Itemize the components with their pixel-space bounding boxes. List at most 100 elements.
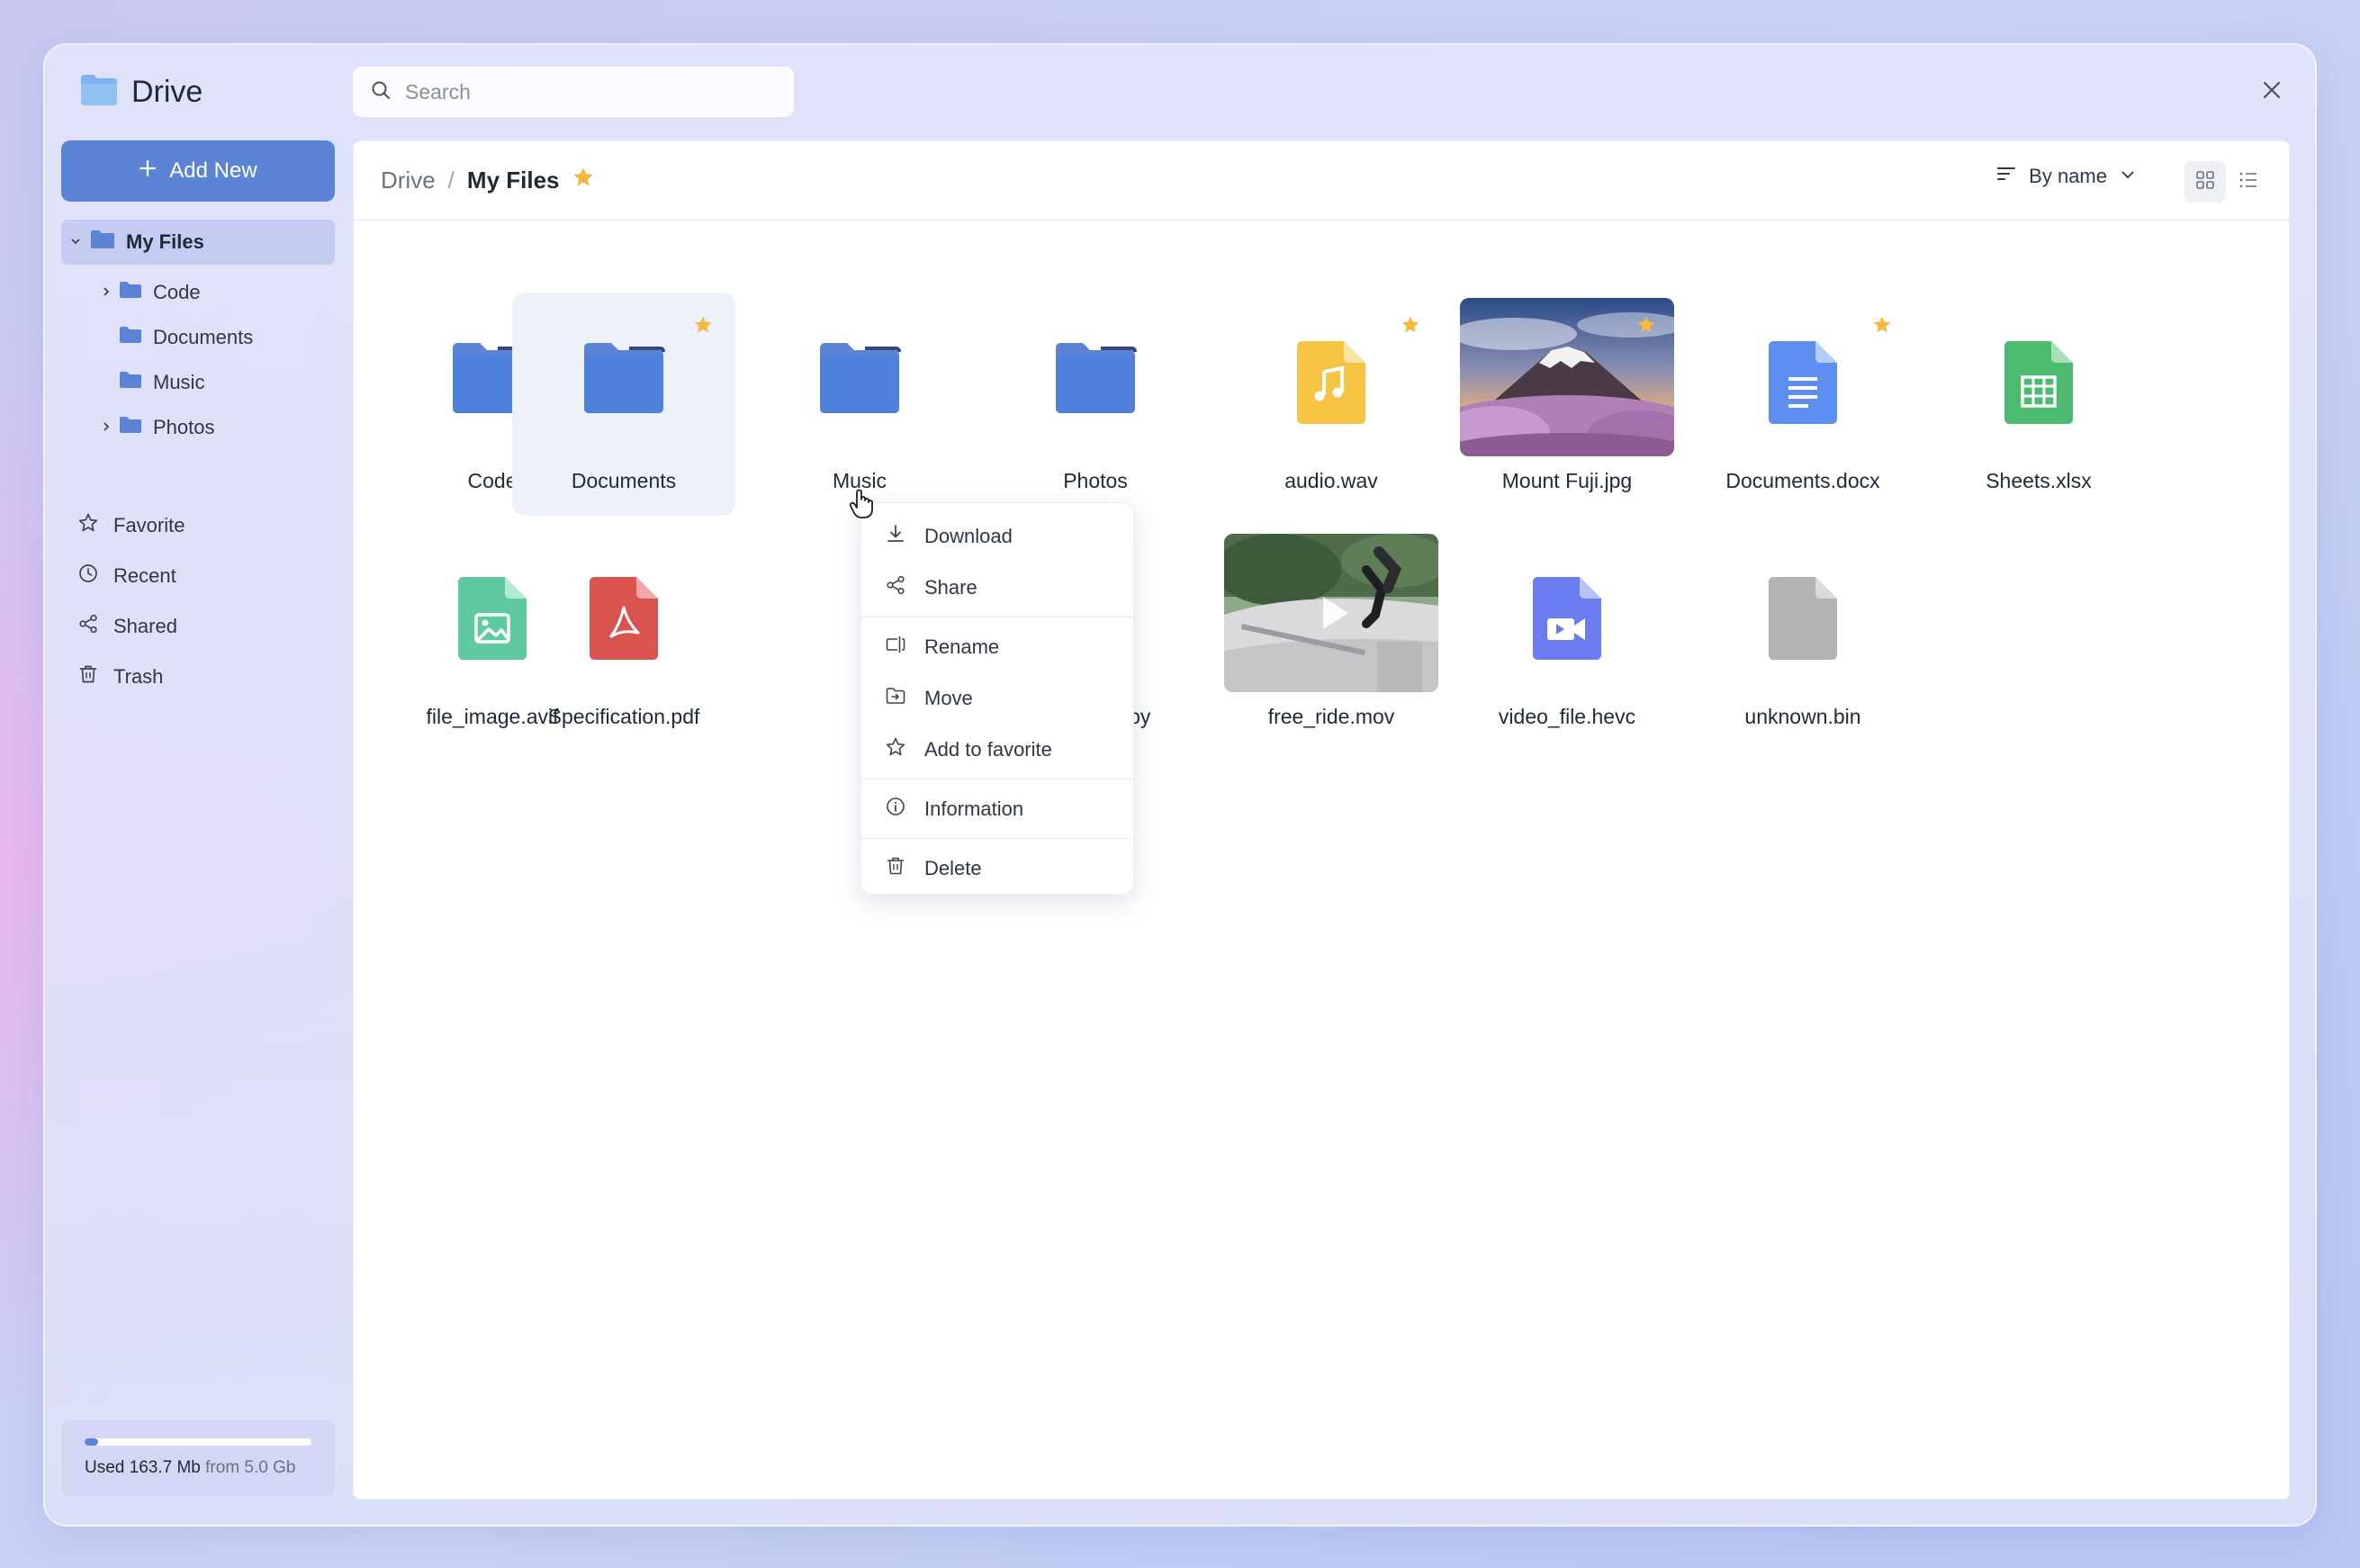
- menu-item-add-favorite[interactable]: Add to favorite: [861, 724, 1133, 775]
- trash-icon: [885, 855, 906, 882]
- folder-icon: [1052, 339, 1139, 419]
- main-header: Drive / My Files By name: [354, 141, 2289, 221]
- folder-tree: My Files Code Documents Music Photos: [61, 220, 335, 450]
- file-item-pdf[interactable]: Specification.pdf: [512, 528, 735, 752]
- star-icon: [885, 736, 906, 763]
- file-item-documents[interactable]: Documents: [512, 293, 735, 516]
- share-icon: [77, 613, 99, 640]
- main-panel: Drive / My Files By name Code Documents …: [353, 140, 2290, 1500]
- video-file-icon: [1531, 575, 1603, 666]
- file-name: Photos: [1063, 469, 1128, 492]
- nav-item-favorite[interactable]: Favorite: [77, 500, 185, 551]
- folder-icon: [119, 326, 142, 349]
- sort-icon: [1996, 165, 2016, 188]
- add-new-button[interactable]: Add New: [61, 140, 335, 202]
- search-box[interactable]: [353, 67, 794, 117]
- file-name: unknown.bin: [1744, 705, 1861, 728]
- search-input[interactable]: [405, 79, 765, 104]
- close-button[interactable]: [2256, 76, 2288, 108]
- favorite-star-icon: [1635, 314, 1657, 340]
- sort-label: By name: [2029, 165, 2107, 187]
- folder-icon: [581, 339, 667, 419]
- plus-icon: [139, 158, 157, 184]
- menu-label: Delete: [924, 856, 982, 879]
- file-item-mount-fuji[interactable]: Mount Fuji.jpg: [1455, 293, 1679, 516]
- nav-item-recent[interactable]: Recent: [77, 551, 185, 601]
- menu-divider: [861, 838, 1133, 839]
- file-name: Documents: [571, 469, 677, 492]
- menu-item-information[interactable]: Information: [861, 783, 1133, 834]
- file-item-bin[interactable]: unknown.bin: [1691, 528, 1914, 752]
- tree-label: Music: [153, 371, 205, 393]
- file-item-photos[interactable]: Photos: [984, 293, 1207, 516]
- tree-label: Documents: [153, 326, 254, 348]
- menu-label: Share: [924, 575, 977, 599]
- video-thumbnail: [1224, 534, 1438, 692]
- folder-icon: [90, 230, 115, 255]
- tree-label: Code: [153, 281, 201, 303]
- file-name: audio.wav: [1284, 469, 1378, 492]
- menu-label: Rename: [924, 635, 1000, 658]
- tree-item-music[interactable]: Music: [61, 360, 335, 405]
- menu-item-download[interactable]: Download: [861, 510, 1133, 562]
- tree-item-my-files[interactable]: My Files: [61, 220, 335, 265]
- file-item-music[interactable]: Music: [748, 293, 971, 516]
- storage-bar-fill: [85, 1438, 99, 1446]
- file-item-mov[interactable]: free_ride.mov: [1220, 528, 1443, 752]
- storage-widget: Used 163.7 Mb from 5.0 Gb: [61, 1420, 335, 1496]
- folder-logo-icon: [79, 73, 119, 112]
- nav-item-trash[interactable]: Trash: [77, 652, 185, 702]
- folder-icon: [119, 281, 142, 304]
- breadcrumb-separator: /: [447, 167, 455, 194]
- tree-item-documents[interactable]: Documents: [61, 315, 335, 360]
- file-item-docx[interactable]: Documents.docx: [1691, 293, 1914, 516]
- star-icon: [77, 512, 99, 539]
- favorite-star-icon: [692, 314, 714, 340]
- nav-item-shared[interactable]: Shared: [77, 601, 185, 652]
- list-view-button[interactable]: [2228, 161, 2269, 203]
- grid-icon: [2195, 170, 2215, 194]
- tree-item-code[interactable]: Code: [61, 270, 335, 315]
- grid-view-button[interactable]: [2184, 161, 2226, 203]
- file-name: Mount Fuji.jpg: [1501, 469, 1633, 492]
- folder-icon: [119, 416, 142, 439]
- menu-label: Information: [924, 797, 1024, 820]
- download-icon: [885, 523, 906, 550]
- menu-item-move[interactable]: Move: [861, 672, 1133, 724]
- file-name: Specification.pdf: [547, 705, 700, 728]
- menu-label: Move: [924, 686, 973, 709]
- tree-label: My Files: [126, 230, 204, 253]
- file-item-xlsx[interactable]: Sheets.xlsx: [1927, 293, 2150, 516]
- sidebar-nav: Favorite Recent Shared Trash: [77, 500, 185, 702]
- storage-used: Used 163.7 Mb: [85, 1458, 201, 1477]
- menu-label: Download: [924, 524, 1013, 547]
- nav-label: Trash: [113, 665, 164, 688]
- clock-icon: [77, 563, 99, 590]
- chevron-right-icon[interactable]: [97, 421, 115, 435]
- menu-item-delete[interactable]: Delete: [861, 843, 1133, 894]
- sheet-file-icon: [2003, 339, 2075, 430]
- rename-icon: [885, 634, 906, 661]
- sort-dropdown[interactable]: By name: [1996, 165, 2136, 188]
- file-item-hevc[interactable]: video_file.hevc: [1455, 528, 1679, 752]
- share-icon: [885, 574, 906, 601]
- storage-bar: [85, 1438, 311, 1446]
- menu-item-rename[interactable]: Rename: [861, 621, 1133, 672]
- favorite-star-icon[interactable]: [572, 167, 594, 194]
- chevron-right-icon[interactable]: [97, 286, 115, 300]
- file-item-audio[interactable]: audio.wav: [1220, 293, 1443, 516]
- chevron-down-icon[interactable]: [67, 236, 85, 249]
- file-name: video_file.hevc: [1498, 705, 1636, 728]
- menu-label: Add to favorite: [924, 737, 1052, 761]
- file-name: Sheets.xlsx: [1986, 469, 2092, 492]
- tree-item-photos[interactable]: Photos: [61, 405, 335, 450]
- hand-cursor-icon: [849, 488, 876, 525]
- search-icon: [371, 80, 391, 104]
- close-icon: [2262, 80, 2282, 104]
- chevron-down-icon: [2120, 165, 2136, 188]
- breadcrumb-root[interactable]: Drive: [381, 167, 436, 194]
- add-new-label: Add New: [169, 158, 257, 183]
- menu-item-share[interactable]: Share: [861, 562, 1133, 613]
- folder-move-icon: [885, 685, 906, 712]
- trash-icon: [77, 663, 99, 690]
